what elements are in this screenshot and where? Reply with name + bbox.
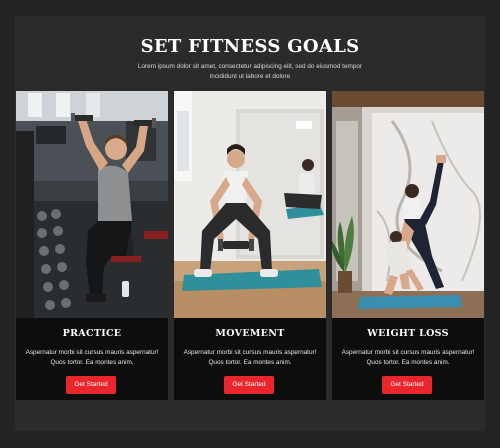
- get-started-button-practice[interactable]: Get Started: [66, 376, 116, 394]
- practice-image: [16, 91, 168, 318]
- card-practice: PRACTICE Aspernatur morbi sit cursus mau…: [16, 91, 168, 400]
- movement-image: [174, 91, 326, 318]
- card-text-practice: Aspernatur morbi sit cursus mauris asper…: [25, 349, 159, 366]
- get-started-button-weight-loss[interactable]: Get Started: [382, 376, 432, 394]
- card-text-weight-loss: Aspernatur morbi sit cursus mauris asper…: [341, 349, 475, 366]
- card-title-practice: PRACTICE: [62, 328, 122, 339]
- card-weight-loss: WEIGHT LOSS Aspernatur morbi sit cursus …: [332, 91, 484, 400]
- card-text-movement: Aspernatur morbi sit cursus mauris asper…: [183, 349, 317, 366]
- section-title: SET FITNESS GOALS: [140, 36, 360, 57]
- weight-loss-image: [332, 91, 484, 318]
- card-movement: MOVEMENT Aspernatur morbi sit cursus mau…: [174, 91, 326, 400]
- card-title-movement: MOVEMENT: [215, 328, 285, 339]
- get-started-button-movement[interactable]: Get Started: [224, 376, 274, 394]
- section-subtitle: Lorem ipsum dolor sit amet, consectetur …: [137, 63, 363, 80]
- card-title-weight-loss: WEIGHT LOSS: [367, 328, 449, 339]
